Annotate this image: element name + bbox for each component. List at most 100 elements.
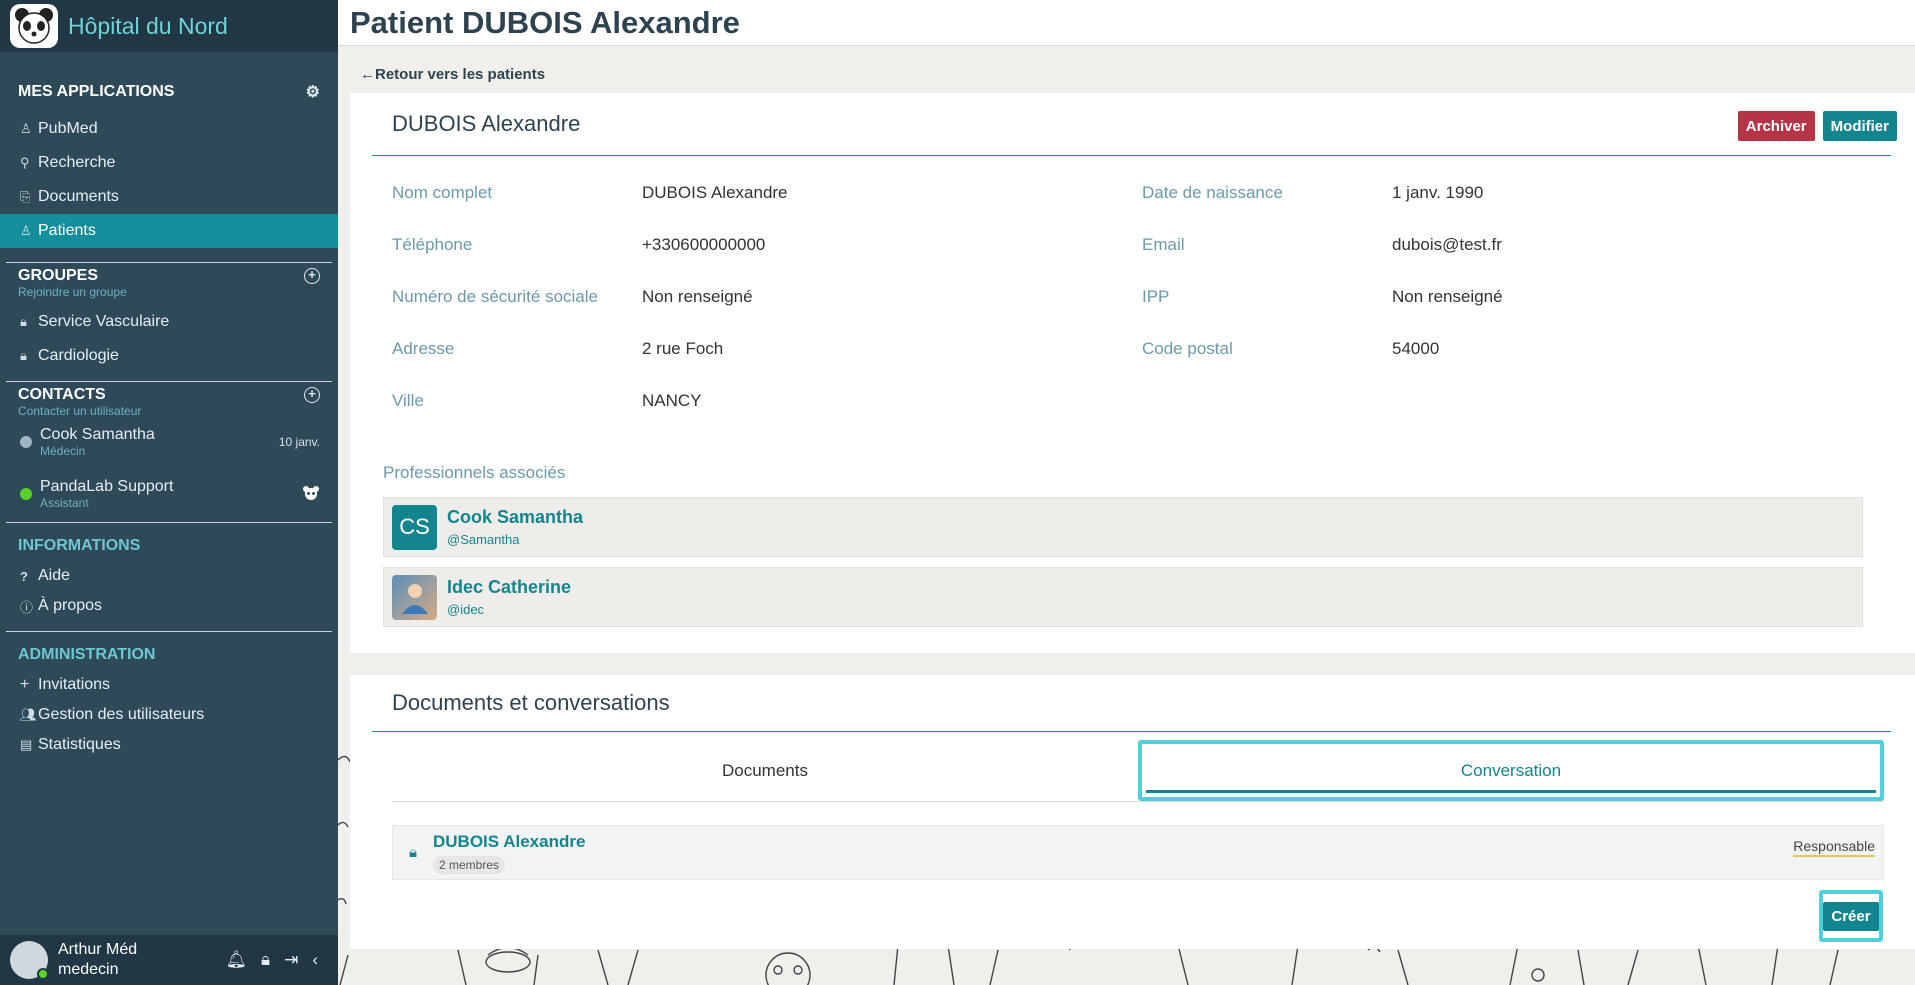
page-title: Patient DUBOIS Alexandre (350, 4, 740, 40)
avatar[interactable] (10, 941, 49, 980)
back-link-label: Retour vers les patients (375, 66, 546, 83)
patient-fields: Nom complet DUBOIS Alexandre Date de nai… (392, 167, 1872, 427)
professional-username: @idec (447, 602, 485, 617)
groups-subtitle[interactable]: Rejoindre un groupe (0, 285, 338, 299)
panda-icon (302, 485, 320, 503)
field-row: Numéro de sécurité sociale Non renseigné… (392, 271, 1872, 323)
brand[interactable]: Hôpital du Nord (0, 0, 338, 52)
sidebar-item-label: Documents (38, 188, 119, 205)
field-row: Téléphone +330600000000 Email dubois@tes… (392, 219, 1872, 271)
role-badge: Responsable (1793, 838, 1875, 857)
add-group-icon[interactable]: + (304, 268, 320, 284)
professional-name[interactable]: Cook Samantha (447, 507, 583, 528)
question-icon: ? (20, 568, 28, 584)
groups-heading: GROUPES (18, 267, 99, 284)
apps-section-heading: MES APPLICATIONS ⚙ (0, 82, 338, 102)
archive-button[interactable]: Archiver (1737, 111, 1815, 141)
associated-professionals-title: Professionnels associés (383, 463, 566, 482)
informations-heading: INFORMATIONS (18, 537, 141, 554)
field-label: Numéro de sécurité sociale (392, 287, 598, 306)
apps-heading: MES APPLICATIONS (18, 83, 175, 100)
main-content: Patient DUBOIS Alexandre ←Retour vers le… (338, 0, 1915, 985)
documents-card-title: Documents et conversations (392, 690, 670, 715)
sidebar-item-label: Service Vasculaire (38, 313, 170, 330)
field-label: Téléphone (392, 235, 473, 254)
sidebar-item-label: Aide (38, 567, 71, 584)
field-value: DUBOIS Alexandre (642, 183, 788, 202)
tab-documents[interactable]: Documents (392, 740, 1138, 801)
contacts-section-heading: CONTACTS + (0, 386, 338, 404)
chevron-left-icon[interactable]: ‹ (312, 950, 318, 970)
sidebar-item-cardiologie[interactable]: 🔒︎ Cardiologie (0, 339, 338, 373)
contact-name: Cook Samantha (40, 426, 155, 443)
sidebar-item-statistiques[interactable]: ▤ Statistiques (0, 730, 338, 760)
add-contact-icon[interactable]: + (304, 387, 320, 403)
field-label: Nom complet (392, 183, 493, 202)
sidebar-item-gestion-utilisateurs[interactable]: 👥︎ Gestion des utilisateurs (0, 700, 338, 730)
professional-name[interactable]: Idec Catherine (447, 577, 571, 598)
sidebar-item-patients[interactable]: ♙ Patients (0, 214, 338, 248)
bell-icon[interactable]: 🔔︎ (225, 950, 247, 970)
contacts-heading: CONTACTS (18, 386, 106, 403)
arrow-left-icon: ← (360, 66, 375, 83)
sidebar-item-documents[interactable]: ⎘ Documents (0, 180, 338, 214)
field-value: +330600000000 (642, 235, 766, 254)
conversation-item[interactable]: 🔒︎ DUBOIS Alexandre 2 membres Responsabl… (392, 825, 1884, 880)
patient-card: DUBOIS Alexandre Archiver Modifier Nom c… (350, 93, 1915, 653)
field-row: Nom complet DUBOIS Alexandre Date de nai… (392, 167, 1872, 219)
patient-card-title: DUBOIS Alexandre (392, 111, 581, 136)
pubmed-icon: ♙ (20, 121, 32, 136)
gear-icon[interactable]: ⚙ (306, 82, 320, 102)
info-icon: ⓘ (20, 599, 34, 615)
patient-card-header: DUBOIS Alexandre (372, 93, 1891, 156)
brand-name: Hôpital du Nord (68, 12, 228, 39)
field-label: Ville (392, 391, 424, 410)
sidebar-item-label: Recherche (38, 154, 116, 171)
back-link[interactable]: ←Retour vers les patients (360, 66, 545, 83)
panda-logo-icon (10, 4, 58, 48)
patient-icon: ♙ (20, 223, 32, 238)
online-status-dot (37, 968, 49, 980)
contact-role: Médecin (40, 444, 86, 458)
sidebar-item-label: PubMed (38, 120, 98, 137)
user-footer: Arthur Méd medecin 🔔︎ 🔒︎ ⇥ ‹ (0, 935, 338, 985)
field-label: Code postal (1142, 339, 1233, 358)
field-value: 54000 (1392, 339, 1440, 358)
contacts-subtitle[interactable]: Contacter un utilisateur (0, 404, 338, 418)
field-value: 2 rue Foch (642, 339, 724, 358)
professional-item[interactable]: CS Cook Samantha @Samantha (383, 497, 1863, 557)
user-name: Arthur Méd (58, 941, 138, 958)
avatar (392, 574, 437, 620)
sidebar: Hôpital du Nord MES APPLICATIONS ⚙ ♙ PubM… (0, 0, 338, 985)
sidebar-item-aide[interactable]: ? Aide (0, 561, 338, 591)
contact-name: PandaLab Support (40, 478, 174, 495)
search-icon: ⚲ (20, 155, 30, 170)
sidebar-item-label: Patients (38, 222, 96, 239)
field-value: dubois@test.fr (1392, 235, 1502, 254)
sidebar-item-recherche[interactable]: ⚲ Recherche (0, 146, 338, 180)
sidebar-item-a-propos[interactable]: ⓘ À propos (0, 591, 338, 621)
logout-icon[interactable]: ⇥ (284, 950, 298, 970)
lock-icon[interactable]: 🔒︎ (261, 950, 270, 970)
status-dot (20, 436, 32, 448)
professional-item[interactable]: Idec Catherine @idec (383, 567, 1863, 627)
tab-conversation[interactable]: Conversation (1138, 740, 1884, 801)
plus-icon: + (20, 676, 30, 693)
lock-icon: 🔒︎ (20, 314, 27, 329)
sidebar-item-pubmed[interactable]: ♙ PubMed (0, 112, 338, 146)
contact-cook-samantha[interactable]: Cook Samantha Médecin 10 janv. (0, 418, 338, 466)
create-button[interactable]: Créer (1823, 901, 1879, 931)
conversation-name[interactable]: DUBOIS Alexandre (433, 832, 585, 852)
create-button-highlight: Créer (1819, 890, 1883, 942)
field-row: Adresse 2 rue Foch Code postal 54000 (392, 323, 1872, 375)
avatar: CS (392, 504, 437, 550)
contact-role: Assistant (40, 496, 89, 510)
field-value: 1 janv. 1990 (1392, 183, 1484, 202)
sidebar-item-service-vasculaire[interactable]: 🔒︎ Service Vasculaire (0, 305, 338, 339)
sidebar-item-invitations[interactable]: + Invitations (0, 670, 338, 700)
field-value: NANCY (642, 391, 702, 410)
field-label: Email (1142, 235, 1185, 254)
modify-button[interactable]: Modifier (1822, 111, 1897, 141)
professional-username: @Samantha (447, 532, 520, 547)
contact-pandalab-support[interactable]: PandaLab Support Assistant (0, 466, 338, 522)
